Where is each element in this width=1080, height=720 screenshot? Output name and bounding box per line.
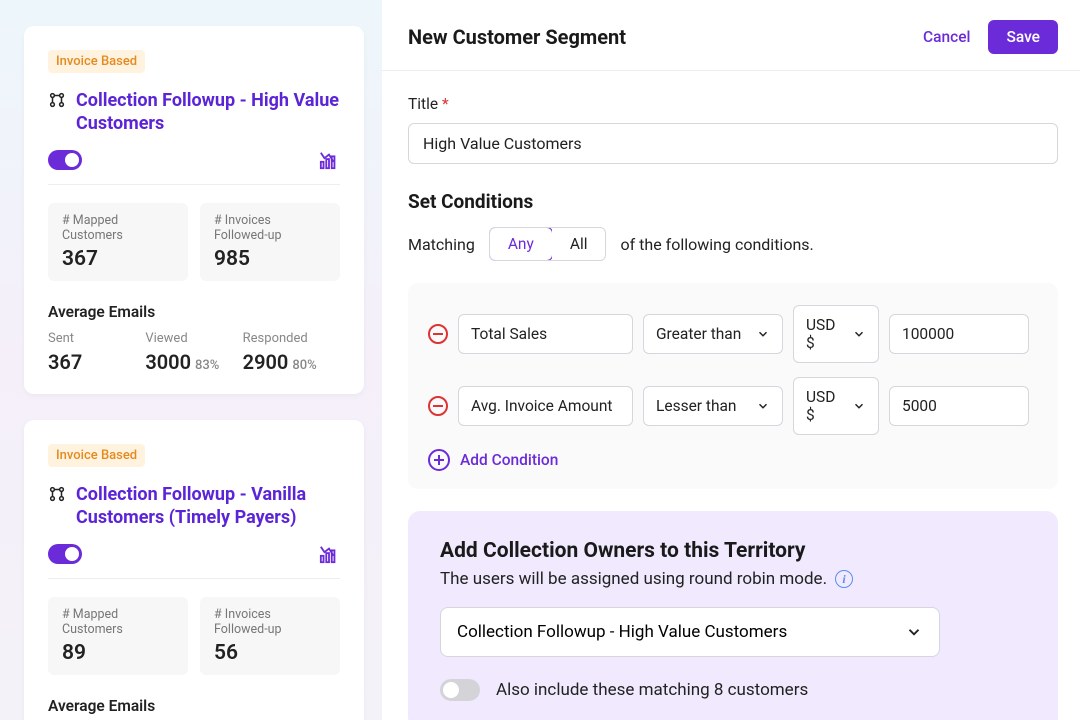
match-all-button[interactable]: All xyxy=(552,228,606,260)
condition-field-select[interactable]: Total Sales xyxy=(458,314,633,354)
main-panel: New Customer Segment Cancel Save Title *… xyxy=(382,0,1080,720)
match-any-button[interactable]: Any xyxy=(489,227,553,261)
info-icon[interactable]: i xyxy=(835,570,853,588)
chevron-down-icon xyxy=(852,399,866,413)
condition-currency-select[interactable]: USD $ xyxy=(793,305,879,363)
include-customers-toggle[interactable] xyxy=(440,679,480,701)
condition-value-input[interactable] xyxy=(889,386,1029,426)
match-prefix: Matching xyxy=(408,235,475,254)
match-mode-toggle: Any All xyxy=(489,227,607,261)
stat-value: 89 xyxy=(62,641,174,665)
stat-value: 56 xyxy=(214,641,326,665)
card-title[interactable]: Collection Followup - Vanilla Customers … xyxy=(76,483,340,530)
remove-condition-icon[interactable] xyxy=(428,396,448,416)
condition-operator-select[interactable]: Lesser than xyxy=(643,386,783,426)
avg-pct: 80% xyxy=(292,358,316,373)
avg-label: Responded xyxy=(243,331,340,346)
enable-toggle[interactable] xyxy=(48,544,82,564)
avg-pct: 83% xyxy=(195,358,219,373)
avg-value: 2900 xyxy=(243,350,289,374)
chevron-down-icon xyxy=(852,327,866,341)
stat-value: 985 xyxy=(214,247,326,271)
mapped-customers-stat: # Mapped Customers 367 xyxy=(48,203,188,281)
set-conditions-heading: Set Conditions xyxy=(408,190,1058,213)
mapped-customers-stat: # Mapped Customers 89 xyxy=(48,597,188,675)
invoice-based-badge: Invoice Based xyxy=(48,50,145,73)
conditions-box: Total Sales Greater than USD $ Avg. Invo… xyxy=(408,283,1058,489)
avg-value: 3000 xyxy=(145,350,191,374)
match-mode-row: Matching Any All of the following condit… xyxy=(408,227,1058,261)
chevron-down-icon xyxy=(756,399,770,413)
average-emails-heading: Average Emails xyxy=(48,303,340,321)
invoice-based-badge: Invoice Based xyxy=(48,444,145,467)
add-condition-button[interactable]: Add Condition xyxy=(428,449,1038,471)
match-suffix: of the following conditions. xyxy=(620,235,813,254)
owners-subtitle: The users will be assigned using round r… xyxy=(440,569,1026,589)
condition-currency-select[interactable]: USD $ xyxy=(793,377,879,435)
title-input[interactable] xyxy=(408,123,1058,164)
stat-label: # Invoices Followed-up xyxy=(214,213,326,243)
remove-condition-icon[interactable] xyxy=(428,324,448,344)
title-label: Title * xyxy=(408,95,1058,113)
stat-label: # Mapped Customers xyxy=(62,213,174,243)
viewed-col: Viewed 3000 83% xyxy=(145,331,242,374)
avg-label: Sent xyxy=(48,331,145,346)
include-customers-text: Also include these matching 8 customers xyxy=(496,680,808,700)
save-button[interactable]: Save xyxy=(988,20,1058,54)
sent-col: Sent 367 xyxy=(48,331,145,374)
card-title[interactable]: Collection Followup - High Value Custome… xyxy=(76,89,340,136)
invoices-followed-stat: # Invoices Followed-up 56 xyxy=(200,597,340,675)
condition-value-input[interactable] xyxy=(889,314,1029,354)
stat-label: # Invoices Followed-up xyxy=(214,607,326,637)
owners-title: Add Collection Owners to this Territory xyxy=(440,539,1026,563)
header: New Customer Segment Cancel Save xyxy=(382,0,1080,71)
followup-card: Invoice Based Collection Followup - Vani… xyxy=(24,420,364,720)
condition-field-select[interactable]: Avg. Invoice Amount xyxy=(458,386,633,426)
stat-label: # Mapped Customers xyxy=(62,607,174,637)
condition-operator-select[interactable]: Greater than xyxy=(643,314,783,354)
chevron-down-icon xyxy=(756,327,770,341)
collection-owners-box: Add Collection Owners to this Territory … xyxy=(408,511,1058,720)
followup-card: Invoice Based Collection Followup - High… xyxy=(24,26,364,394)
condition-row: Total Sales Greater than USD $ xyxy=(428,305,1038,363)
chart-icon[interactable] xyxy=(318,150,340,170)
enable-toggle[interactable] xyxy=(48,150,82,170)
condition-row: Avg. Invoice Amount Lesser than USD $ xyxy=(428,377,1038,435)
stat-value: 367 xyxy=(62,247,174,271)
page-title: New Customer Segment xyxy=(408,25,626,49)
avg-value: 367 xyxy=(48,350,82,374)
chevron-down-icon xyxy=(905,623,923,641)
invoices-followed-stat: # Invoices Followed-up 985 xyxy=(200,203,340,281)
average-emails-heading: Average Emails xyxy=(48,697,340,715)
responded-col: Responded 290080% xyxy=(243,331,340,374)
plus-icon xyxy=(428,449,450,471)
workflow-icon xyxy=(48,91,66,109)
owners-dropdown[interactable]: Collection Followup - High Value Custome… xyxy=(440,607,940,657)
workflow-icon xyxy=(48,485,66,503)
avg-label: Viewed xyxy=(145,331,242,346)
sidebar: Invoice Based Collection Followup - High… xyxy=(0,0,382,720)
cancel-button[interactable]: Cancel xyxy=(923,28,970,46)
chart-icon[interactable] xyxy=(318,544,340,564)
